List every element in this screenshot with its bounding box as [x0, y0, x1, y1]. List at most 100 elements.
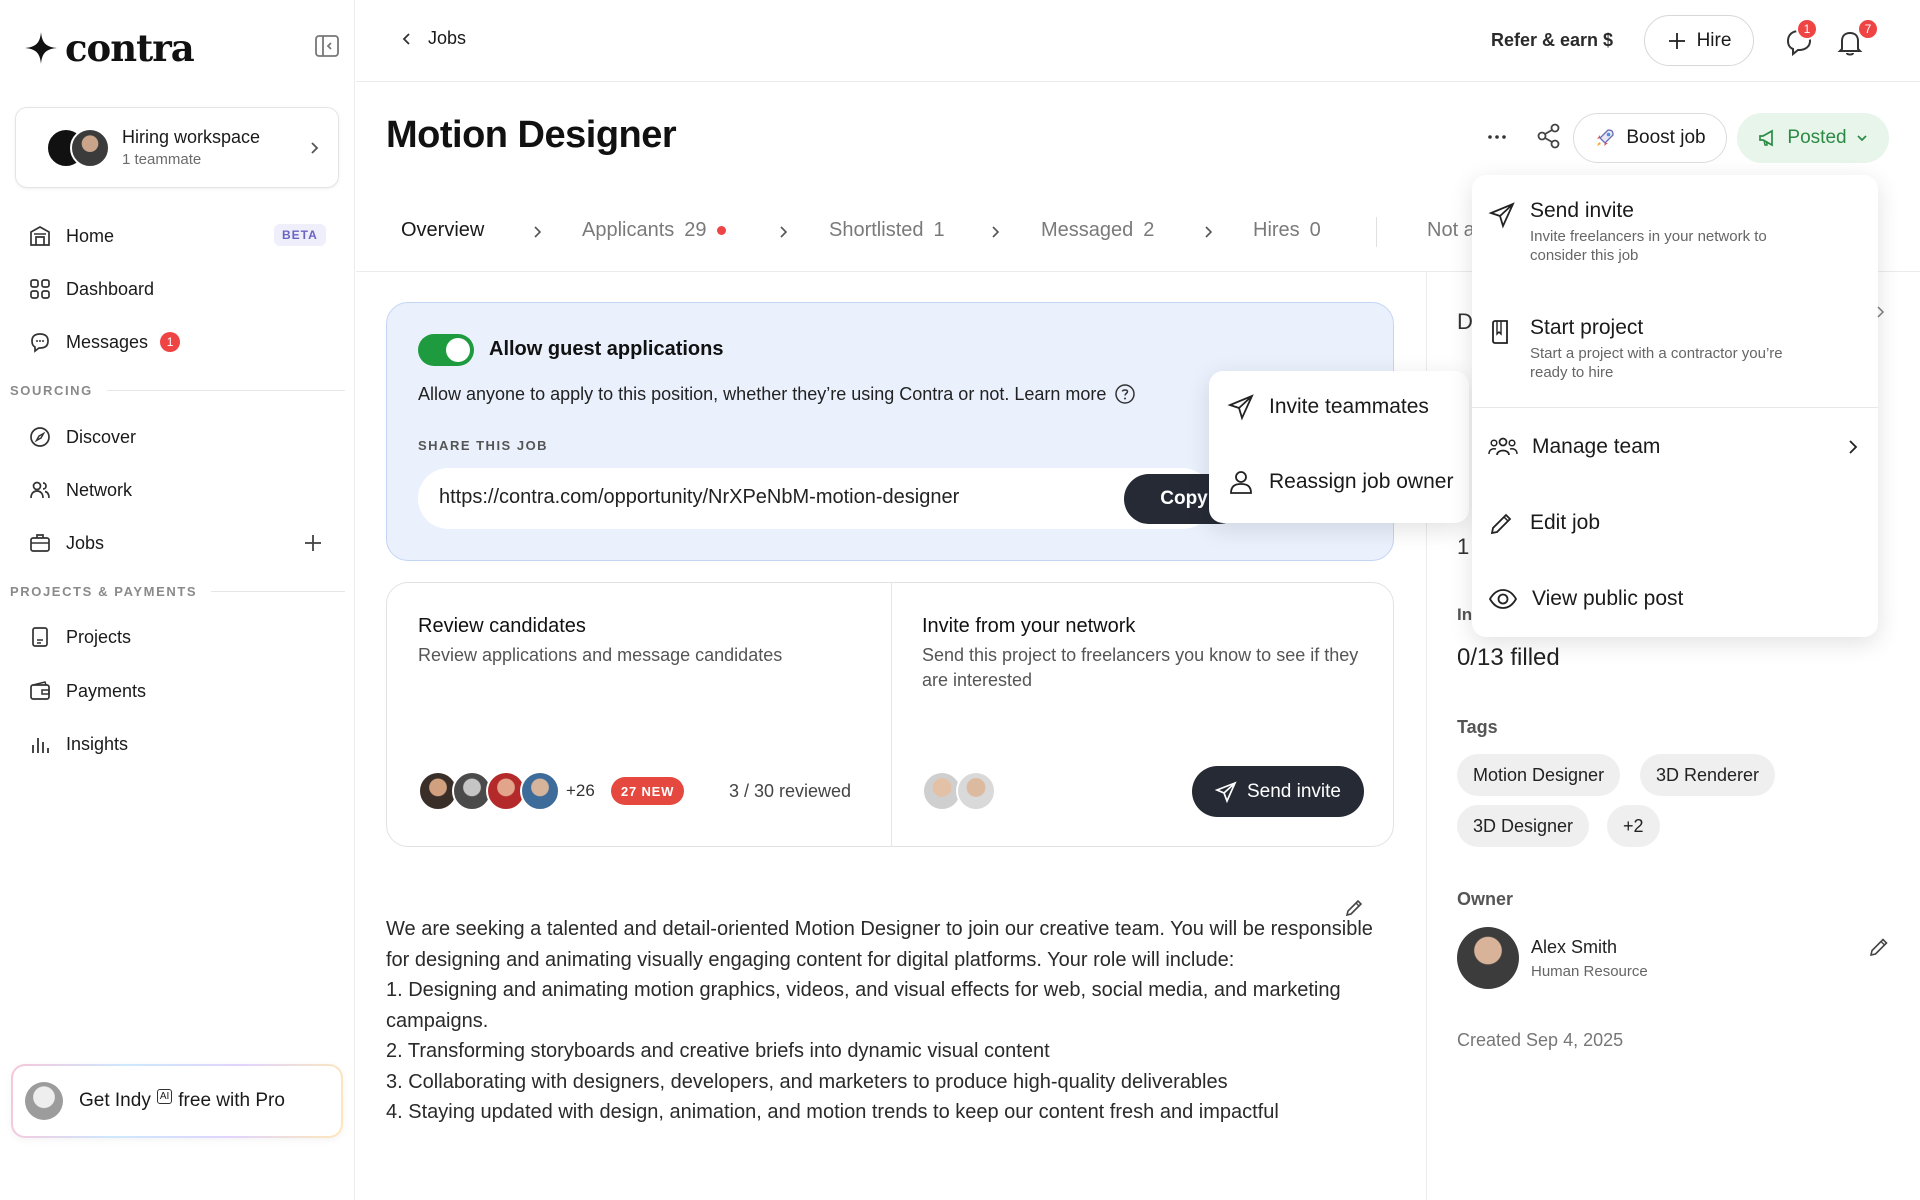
panel-heading-peek: D — [1457, 309, 1473, 334]
tab-label: Applicants — [582, 219, 675, 241]
chevron-right-icon — [780, 226, 788, 238]
collapse-sidebar-icon[interactable] — [314, 33, 340, 59]
tag-chip[interactable]: 3D Designer — [1457, 805, 1590, 847]
manage-team-menu-item[interactable]: Manage team — [1488, 433, 1862, 461]
tab-count: 29 — [684, 219, 707, 241]
guest-applications-title: Allow guest applications — [489, 338, 724, 360]
menu-separator — [1472, 407, 1878, 408]
tab-hires[interactable]: Hires 0 — [1253, 219, 1321, 242]
job-actions-menu: Send invite Invite freelancers in your n… — [1472, 175, 1878, 637]
sidebar-item-messages[interactable]: Messages 1 — [28, 327, 181, 357]
back-to-jobs-link[interactable]: Jobs — [400, 28, 466, 49]
briefcase-icon — [30, 534, 50, 552]
hire-button[interactable]: Hire — [1644, 15, 1754, 66]
notifications-count-badge: 7 — [1857, 18, 1879, 40]
view-public-post-menu-item[interactable]: View public post — [1488, 585, 1683, 613]
boost-label: Boost job — [1626, 127, 1706, 148]
applicant-avatar — [520, 771, 560, 811]
workspace-switcher[interactable]: Hiring workspace 1 teammate — [15, 107, 339, 188]
tab-applicants[interactable]: Applicants 29 — [582, 219, 726, 242]
sidebar-item-projects[interactable]: Projects — [28, 622, 131, 652]
send-invite-button[interactable]: Send invite — [1192, 766, 1364, 817]
description-paragraph: We are seeking a talented and detail-ori… — [386, 918, 1373, 971]
description-item: 1. Designing and animating motion graphi… — [386, 979, 1341, 1032]
sidebar-item-label: Projects — [66, 626, 132, 647]
users-icon — [30, 481, 50, 499]
tab-shortlisted[interactable]: Shortlisted 1 — [829, 219, 945, 242]
tab-label: Not a — [1427, 219, 1475, 241]
sidebar-item-home[interactable]: Home — [28, 221, 114, 251]
sidebar-item-label: Home — [66, 225, 115, 246]
start-project-menu-item[interactable]: Start project Start a project with a con… — [1488, 316, 1790, 382]
tab-overview[interactable]: Overview — [401, 219, 484, 242]
page-title: Motion Designer — [386, 114, 677, 156]
document-icon — [1492, 320, 1508, 344]
top-bar: Jobs Refer & earn $ Hire 1 7 — [356, 0, 1920, 82]
sidebar-item-label: Payments — [66, 680, 147, 701]
tab-messaged[interactable]: Messaged 2 — [1041, 219, 1154, 242]
tab-count: 0 — [1309, 219, 1321, 241]
job-url-field[interactable]: https://contra.com/opportunity/NrXPeNbM-… — [418, 468, 1244, 529]
guest-applications-toggle[interactable] — [418, 334, 474, 366]
contra-logo[interactable]: contra — [25, 26, 195, 70]
invite-teammates-item[interactable]: Invite teammates — [1227, 393, 1429, 421]
job-url-text: https://contra.com/opportunity/NrXPeNbM-… — [439, 486, 960, 508]
sidebar-item-label: Messages — [66, 331, 149, 352]
sidebar-item-discover[interactable]: Discover — [28, 422, 136, 452]
created-date: Created Sep 4, 2025 — [1457, 1030, 1624, 1050]
invite-network-title: Invite from your network — [922, 615, 1136, 637]
chevron-right-icon — [1205, 226, 1213, 238]
description-item: 4. Staying updated with design, animatio… — [386, 1101, 1279, 1123]
owner-label: Owner — [1457, 889, 1514, 909]
panel-label-peek: In — [1457, 605, 1473, 624]
review-candidates-subtitle: Review applications and message candidat… — [418, 645, 783, 665]
chevron-left-icon — [402, 32, 410, 45]
sidebar-item-label: Insights — [66, 733, 129, 754]
sidebar: contra Hiring workspace 1 teammate Home … — [0, 0, 355, 1200]
tab-not-a-fit[interactable]: Not a — [1427, 219, 1475, 242]
help-circle-icon[interactable] — [1114, 383, 1136, 405]
sidebar-item-network[interactable]: Network — [28, 475, 132, 505]
menu-item-title: Manage team — [1532, 435, 1661, 458]
dashboard-icon — [30, 279, 50, 299]
status-label: Posted — [1787, 127, 1847, 148]
boost-job-button[interactable]: Boost job — [1573, 113, 1727, 163]
indy-prefix: Get Indy — [79, 1090, 151, 1111]
more-tags-chip[interactable]: +2 — [1607, 805, 1660, 847]
edit-owner-pencil-icon[interactable] — [1867, 935, 1891, 959]
sidebar-item-dashboard[interactable]: Dashboard — [28, 274, 154, 304]
tag-chip[interactable]: Motion Designer — [1457, 754, 1621, 796]
job-status-button[interactable]: Posted — [1737, 113, 1889, 163]
add-job-plus-icon[interactable] — [302, 532, 324, 554]
edit-job-menu-item[interactable]: Edit job — [1488, 509, 1600, 537]
send-invite-menu-item[interactable]: Send invite Invite freelancers in your n… — [1488, 199, 1790, 265]
review-invite-card: Review candidates Review applications an… — [386, 582, 1394, 847]
pencil-icon — [1490, 513, 1512, 535]
sidebar-item-jobs[interactable]: Jobs — [28, 528, 104, 558]
reassign-owner-item[interactable]: Reassign job owner — [1227, 468, 1453, 496]
tab-divider — [1376, 217, 1377, 247]
megaphone-icon — [1759, 129, 1774, 147]
tag-chip[interactable]: 3D Renderer — [1640, 754, 1776, 796]
chevron-right-icon — [1849, 440, 1858, 454]
menu-item-title: View public post — [1532, 587, 1684, 610]
back-label: Jobs — [428, 28, 467, 48]
send-invite-label: Send invite — [1246, 780, 1341, 802]
menu-item-subtitle: Invite freelancers in your network to co… — [1530, 228, 1767, 264]
wallet-icon — [30, 681, 50, 700]
ai-tag: AI — [156, 1088, 173, 1104]
menu-item-title: Start project — [1530, 316, 1644, 339]
menu-item-title: Send invite — [1530, 199, 1634, 222]
applicant-avatars[interactable]: +26 — [418, 771, 595, 811]
share-icon[interactable] — [1535, 122, 1563, 150]
review-candidates-title[interactable]: Review candidates — [418, 615, 586, 638]
manage-team-submenu: Invite teammates Reassign job owner — [1209, 371, 1469, 523]
more-options-icon[interactable] — [1486, 126, 1508, 148]
chevron-right-icon — [311, 141, 319, 154]
tab-label: Shortlisted — [829, 219, 924, 241]
chevron-right-icon — [992, 226, 1000, 238]
get-indy-banner[interactable]: Get Indy AI free with Pro — [11, 1064, 343, 1138]
sidebar-item-insights[interactable]: Insights — [28, 729, 128, 759]
sidebar-item-payments[interactable]: Payments — [28, 676, 146, 706]
refer-earn-link[interactable]: Refer & earn $ — [1491, 30, 1613, 51]
